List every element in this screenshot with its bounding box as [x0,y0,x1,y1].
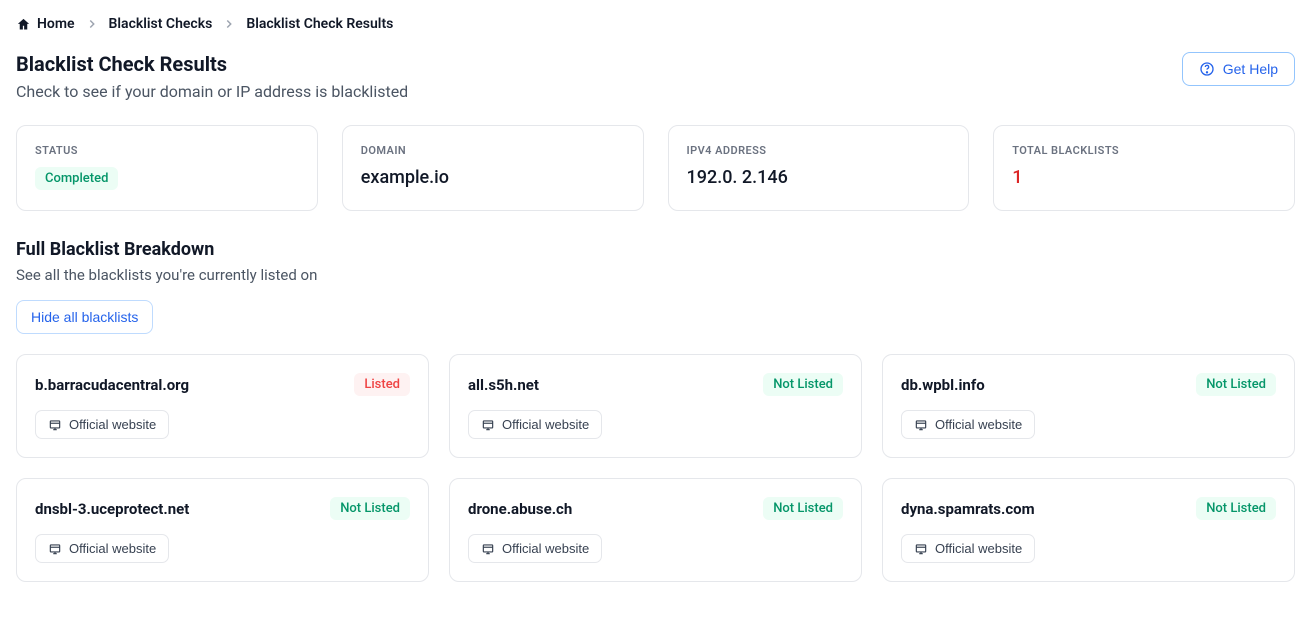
breakdown-subtitle: See all the blacklists you're currently … [16,266,1295,284]
page-title: Blacklist Check Results [16,52,408,76]
blacklist-card-head: db.wpbl.info Not Listed [901,373,1276,396]
stat-status: STATUS Completed [16,125,318,211]
blacklist-status-badge: Not Listed [763,373,843,396]
stat-domain-label: DOMAIN [361,144,625,157]
blacklist-status-badge: Not Listed [330,497,410,520]
official-website-label: Official website [935,541,1022,556]
breadcrumb-checks-label: Blacklist Checks [109,16,213,32]
blacklist-name: b.barracudacentral.org [35,376,189,394]
blacklist-status-badge: Not Listed [1196,497,1276,520]
blacklist-status-badge: Listed [354,373,410,396]
blacklist-name: dnsbl-3.uceprotect.net [35,500,189,518]
official-website-label: Official website [935,417,1022,432]
help-icon [1199,61,1215,77]
official-website-label: Official website [69,541,156,556]
website-icon [914,418,928,432]
official-website-button[interactable]: Official website [901,410,1035,439]
blacklist-name: dyna.spamrats.com [901,500,1035,518]
stat-ip-value: 192.0. 2.146 [687,167,951,188]
get-help-button[interactable]: Get Help [1182,52,1295,86]
toggle-blacklists-button[interactable]: Hide all blacklists [16,300,153,334]
page-header: Blacklist Check Results Check to see if … [16,52,1295,101]
stat-ip-label: IPV4 ADDRESS [687,144,951,157]
official-website-label: Official website [69,417,156,432]
chevron-right-icon [222,17,236,31]
blacklist-card-head: all.s5h.net Not Listed [468,373,843,396]
stat-total: TOTAL BLACKLISTS 1 [993,125,1295,211]
stat-domain: DOMAIN example.io [342,125,644,211]
stat-total-value: 1 [1012,167,1276,188]
stat-domain-value: example.io [361,167,625,188]
breakdown-title: Full Blacklist Breakdown [16,239,1295,260]
status-badge: Completed [35,167,118,190]
breadcrumb-current-label: Blacklist Check Results [246,16,393,32]
breadcrumb-home[interactable]: Home [16,16,75,32]
stat-total-label: TOTAL BLACKLISTS [1012,144,1276,157]
official-website-button[interactable]: Official website [901,534,1035,563]
blacklist-card: db.wpbl.info Not Listed Official website [882,354,1295,458]
breadcrumb-home-label: Home [37,16,75,32]
website-icon [914,542,928,556]
blacklist-card-head: dyna.spamrats.com Not Listed [901,497,1276,520]
official-website-button[interactable]: Official website [468,410,602,439]
blacklist-name: drone.abuse.ch [468,500,572,518]
stat-status-label: STATUS [35,144,299,157]
breadcrumb-current: Blacklist Check Results [246,16,393,32]
website-icon [48,542,62,556]
blacklist-card: dyna.spamrats.com Not Listed Official webs… [882,478,1295,582]
blacklist-card-head: b.barracudacentral.org Listed [35,373,410,396]
blacklist-name: db.wpbl.info [901,376,985,394]
blacklist-card: all.s5h.net Not Listed Official website [449,354,862,458]
home-icon [16,17,31,32]
stat-ip: IPV4 ADDRESS 192.0. 2.146 [668,125,970,211]
blacklist-card: drone.abuse.ch Not Listed Official website [449,478,862,582]
blacklist-card-head: dnsbl-3.uceprotect.net Not Listed [35,497,410,520]
stats-row: STATUS Completed DOMAIN example.io IPV4 … [16,125,1295,211]
blacklist-card: b.barracudacentral.org Listed Official web… [16,354,429,458]
page-subtitle: Check to see if your domain or IP addres… [16,82,408,101]
get-help-label: Get Help [1223,61,1278,77]
official-website-button[interactable]: Official website [35,534,169,563]
blacklist-name: all.s5h.net [468,376,539,394]
blacklist-card-head: drone.abuse.ch Not Listed [468,497,843,520]
chevron-right-icon [85,17,99,31]
page-header-text: Blacklist Check Results Check to see if … [16,52,408,101]
breadcrumb: Home Blacklist Checks Blacklist Check Re… [16,16,1295,32]
website-icon [48,418,62,432]
website-icon [481,418,495,432]
official-website-button[interactable]: Official website [35,410,169,439]
blacklist-grid: b.barracudacentral.org Listed Official web… [16,354,1295,582]
website-icon [481,542,495,556]
breadcrumb-checks[interactable]: Blacklist Checks [109,16,213,32]
official-website-label: Official website [502,541,589,556]
blacklist-status-badge: Not Listed [763,497,843,520]
blacklist-status-badge: Not Listed [1196,373,1276,396]
blacklist-card: dnsbl-3.uceprotect.net Not Listed Official… [16,478,429,582]
official-website-button[interactable]: Official website [468,534,602,563]
official-website-label: Official website [502,417,589,432]
